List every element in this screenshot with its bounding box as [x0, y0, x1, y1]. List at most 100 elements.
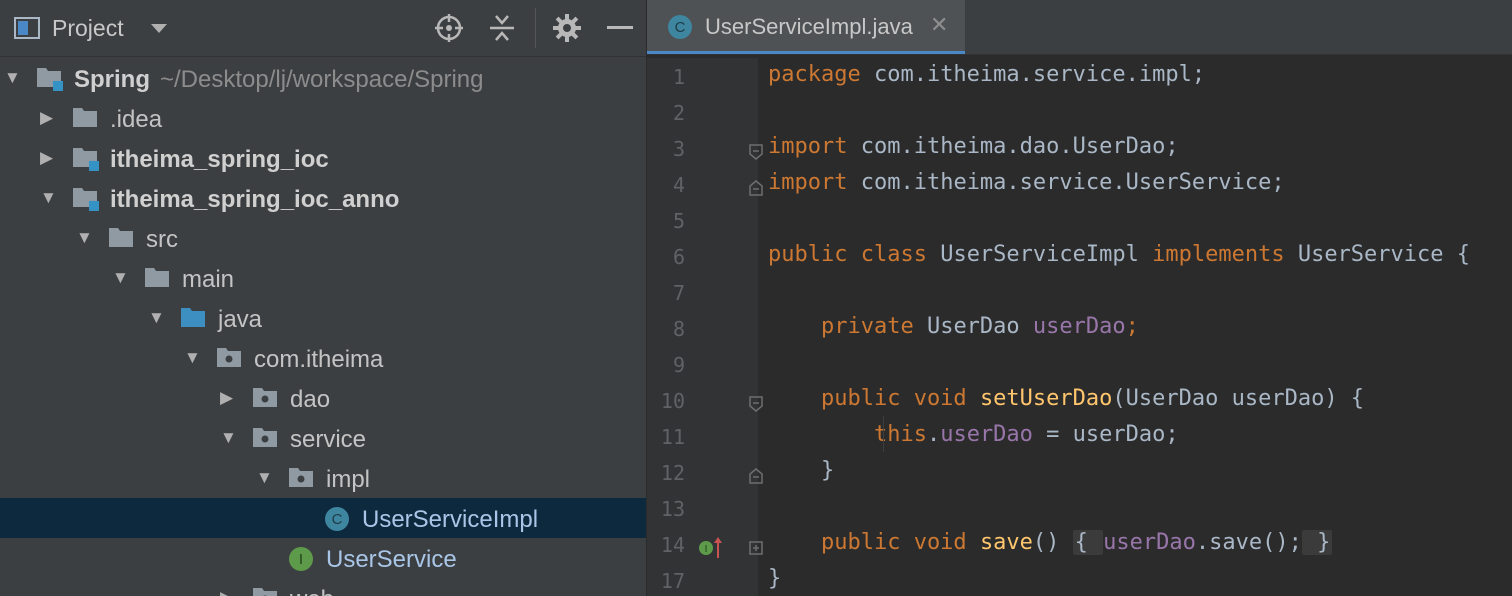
code-token: .save(); — [1195, 530, 1302, 555]
class-icon: C — [667, 14, 693, 45]
tree-item[interactable]: ▼ com.itheima — [0, 338, 646, 378]
tree-item[interactable]: ▼ java — [0, 298, 646, 338]
tree-item[interactable]: ▼ main — [0, 258, 646, 298]
chevron-right-icon[interactable]: ▶ — [220, 389, 238, 407]
fold-marker-icon[interactable] — [748, 143, 764, 161]
code-token: } — [1301, 530, 1333, 555]
tree-item[interactable]: ▶ itheima_spring_ioc — [0, 138, 646, 178]
chevron-down-icon[interactable]: ▼ — [148, 309, 166, 327]
chevron-down-icon[interactable]: ▼ — [220, 429, 238, 447]
line-number: 17 — [660, 569, 685, 593]
package-icon — [288, 466, 314, 490]
indent-guide — [883, 416, 884, 452]
chevron-down-icon[interactable]: ▼ — [4, 69, 22, 87]
tree-item[interactable]: ▼ service — [0, 418, 646, 458]
chevron-down-icon[interactable]: ▼ — [112, 269, 130, 287]
fold-marker-icon[interactable] — [748, 395, 764, 413]
chevron-down-icon[interactable]: ▼ — [184, 349, 202, 367]
tree-item[interactable]: ▼ Spring ~/Desktop/lj/workspace/Spring — [0, 58, 646, 98]
code-line[interactable]: } — [768, 458, 834, 483]
line-number: 6 — [672, 245, 685, 269]
code-token: com.itheima.service.UserService; — [847, 170, 1285, 195]
header-divider — [535, 8, 536, 48]
code-token: UserService { — [1284, 242, 1471, 267]
panel-title[interactable]: Project — [52, 15, 124, 42]
code-token: () — [1032, 530, 1073, 555]
code-line[interactable]: private UserDao userDao; — [768, 314, 1139, 339]
chevron-down-icon[interactable]: ▼ — [76, 229, 94, 247]
code-line[interactable]: import com.itheima.dao.UserDao; — [768, 134, 1179, 159]
tree-item[interactable]: ▼ itheima_spring_ioc_anno — [0, 178, 646, 218]
tree-item-label: itheima_spring_ioc — [110, 146, 329, 173]
fold-marker-icon[interactable] — [748, 179, 764, 197]
code-token: = userDao; — [1032, 422, 1179, 447]
chevron-right-icon[interactable]: ▶ — [40, 109, 58, 127]
tree-item[interactable]: ▶ web — [0, 578, 646, 596]
folder-icon — [108, 226, 134, 250]
project-view-icon[interactable] — [10, 11, 44, 45]
code-token: import — [768, 170, 848, 195]
dropdown-icon[interactable] — [142, 11, 176, 45]
code-token: UserDao — [913, 314, 1033, 339]
svg-text:C: C — [332, 511, 343, 528]
package-icon — [216, 346, 242, 370]
tree-item[interactable]: I UserService — [0, 538, 646, 578]
project-path: ~/Desktop/lj/workspace/Spring — [160, 66, 484, 93]
chevron-down-icon[interactable]: ▼ — [256, 469, 274, 487]
interface-icon: I — [288, 546, 314, 571]
fold-marker-icon[interactable] — [748, 539, 764, 557]
collapse-all-icon[interactable] — [485, 11, 519, 45]
tree-item[interactable]: ▼ impl — [0, 458, 646, 498]
close-icon[interactable]: ✕ — [930, 12, 948, 38]
code-line[interactable]: import com.itheima.service.UserService; — [768, 170, 1285, 195]
code-line[interactable]: package com.itheima.service.impl; — [768, 62, 1205, 87]
line-number: 11 — [660, 425, 685, 449]
tree-item-label: Spring ~/Desktop/lj/workspace/Spring — [74, 66, 484, 93]
code-line[interactable]: this.userDao = userDao; — [768, 422, 1179, 447]
line-number: 8 — [672, 317, 685, 341]
code-token: } — [768, 458, 835, 483]
tree-item[interactable]: C UserServiceImpl — [0, 498, 646, 538]
tab-userserviceimpl[interactable]: C UserServiceImpl.java ✕ — [647, 0, 965, 54]
tree-item-label: UserServiceImpl — [362, 506, 539, 533]
chevron-down-icon[interactable]: ▼ — [40, 189, 58, 207]
tree-item-label: main — [182, 266, 235, 293]
tree-item[interactable]: ▶ .idea — [0, 98, 646, 138]
code-token: UserServiceImpl — [926, 242, 1153, 267]
hide-icon[interactable] — [603, 11, 637, 45]
tree-item-label: dao — [290, 386, 331, 413]
line-number: 5 — [672, 209, 685, 233]
code-line[interactable]: public class UserServiceImpl implements … — [768, 242, 1470, 267]
implements-gutter-icon[interactable]: I — [698, 536, 726, 565]
class-icon: C — [324, 506, 350, 531]
folder-icon — [144, 266, 170, 290]
tree-item[interactable]: ▼ src — [0, 218, 646, 258]
code-token: { — [1072, 530, 1104, 555]
code-token: } — [768, 566, 782, 591]
settings-icon[interactable] — [550, 11, 584, 45]
chevron-right-icon[interactable]: ▶ — [220, 589, 238, 596]
line-number: 13 — [660, 497, 685, 521]
source-folder-icon — [180, 306, 206, 330]
chevron-right-icon[interactable]: ▶ — [40, 149, 58, 167]
line-number: 3 — [672, 137, 685, 161]
fold-marker-icon[interactable] — [748, 467, 764, 485]
code-line[interactable]: public void setUserDao(UserDao userDao) … — [768, 386, 1364, 411]
code-token: public void — [768, 386, 967, 411]
svg-text:C: C — [675, 19, 686, 36]
code-line[interactable]: } — [768, 566, 781, 591]
package-icon — [252, 386, 278, 410]
project-tool-window: Project ▼ Spring ~/Desktop/lj/workspace/Sp… — [0, 0, 647, 596]
line-number: 4 — [672, 173, 685, 197]
tree-item[interactable]: ▶ dao — [0, 378, 646, 418]
line-number: 10 — [660, 389, 685, 413]
gutter-separator — [757, 58, 758, 596]
locate-icon[interactable] — [432, 11, 466, 45]
tab-label: UserServiceImpl.java — [705, 14, 913, 39]
tree-item-label: itheima_spring_ioc_anno — [110, 186, 400, 213]
tree-item-label: src — [146, 226, 178, 253]
code-token: import — [768, 134, 848, 159]
code-line[interactable]: public void save() { userDao.save(); } — [768, 530, 1333, 555]
tree-item-label: java — [218, 306, 263, 333]
